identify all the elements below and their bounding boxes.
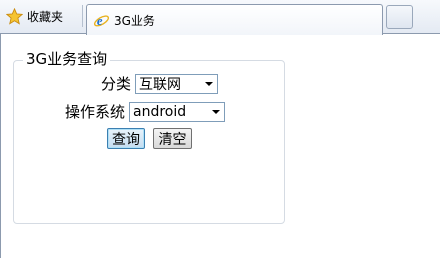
query-button[interactable]: 查询 [107,128,145,149]
tab-label: 3G业务 [114,13,155,28]
os-label: 操作系统 [65,103,126,121]
ie-icon: e [93,14,110,28]
star-icon [6,7,23,25]
category-row: 分类 互联网 [101,73,219,94]
category-select[interactable]: 互联网 [135,73,219,94]
divider [0,34,1,258]
category-selected: 互联网 [139,76,182,93]
new-tab-button[interactable] [386,5,413,29]
fieldset-legend: 3G业务查询 [23,50,111,68]
tab-3g-business[interactable]: e 3G业务 [86,4,383,35]
os-select[interactable]: android [129,101,226,122]
divider [82,5,83,27]
chevron-down-icon [212,109,221,114]
category-label: 分类 [101,75,132,93]
svg-text:e: e [97,14,103,28]
tab-bar: 收藏夹 e 3G业务 [0,0,440,35]
chevron-down-icon [205,81,214,86]
os-row: 操作系统 android [65,101,226,122]
favorites-button[interactable]: 收藏夹 [6,6,63,26]
clear-button[interactable]: 清空 [153,128,192,149]
os-selected: android [133,103,187,120]
browser-window: 收藏夹 e 3G业务 3G业务查询 分类 互联网 操作系统 android 查询… [0,0,440,258]
favorites-label: 收藏夹 [27,9,64,24]
